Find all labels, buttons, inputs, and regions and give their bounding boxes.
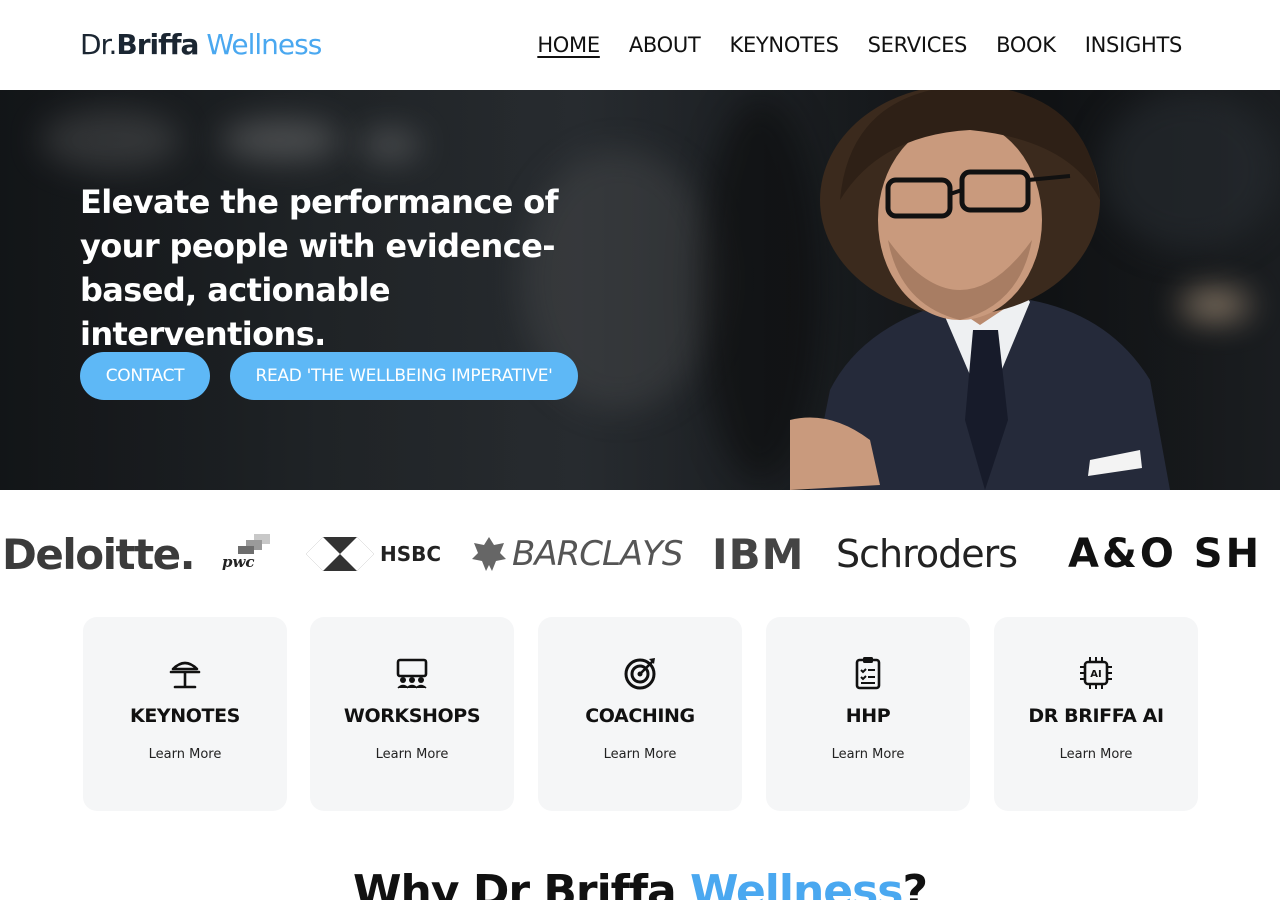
service-title: WORKSHOPS [343, 705, 481, 727]
schroders-logo: Schroders [836, 490, 1018, 618]
service-card-workshops[interactable]: WORKSHOPS Learn More [310, 617, 514, 811]
deloitte-dot: . [179, 529, 196, 579]
learn-more-link[interactable]: Learn More [538, 747, 742, 762]
hero-banner: Elevate the performance of your people w… [0, 90, 1280, 490]
service-card-coaching[interactable]: COACHING Learn More [538, 617, 742, 811]
service-title: DR BRIFFA AI [1028, 705, 1164, 727]
service-card-keynotes[interactable]: KEYNOTES Learn More [83, 617, 287, 811]
nav-home[interactable]: HOME [537, 31, 600, 59]
target-icon [624, 658, 656, 690]
nav-book[interactable]: BOOK [996, 31, 1056, 59]
logo-briffa: Briffa [116, 28, 199, 61]
site-header: Dr.Briffa Wellness HOME ABOUT KEYNOTES S… [0, 0, 1280, 90]
speaker-portrait [790, 90, 1170, 490]
nav-insights[interactable]: INSIGHTS [1085, 31, 1183, 59]
why-accent: Wellness [689, 866, 904, 900]
contact-button[interactable]: CONTACT [80, 352, 210, 400]
service-title: KEYNOTES [130, 705, 240, 727]
ai-chip-icon: AI [1080, 657, 1112, 689]
hsbc-hexagon-icon [306, 537, 374, 571]
barclays-logo: BARCLAYS [472, 490, 683, 618]
hero-headline: Elevate the performance of your people w… [80, 183, 559, 353]
deloitte-wordmark: Deloitte [2, 529, 181, 579]
nav-about[interactable]: ABOUT [629, 31, 701, 59]
ao-wordmark: A&O SH [1068, 531, 1263, 577]
ao-shearman-logo: A&O SH [1068, 490, 1262, 618]
pwc-wordmark: pwc [222, 553, 255, 571]
hsbc-logo: HSBC [306, 490, 441, 618]
service-title: HHP [845, 705, 891, 727]
site-logo[interactable]: Dr.Briffa Wellness [80, 28, 322, 61]
client-logos-strip: Deloitte. pwc HSBC BARCLAYS IBM Schroder… [0, 490, 1280, 618]
svg-text:AI: AI [1090, 669, 1101, 680]
service-title: COACHING [585, 705, 695, 727]
learn-more-link[interactable]: Learn More [83, 747, 287, 762]
logo-dr: Dr. [80, 28, 117, 61]
schroders-wordmark: Schroders [836, 532, 1018, 576]
services-cards: KEYNOTES Learn More WORKSHOPS Learn More… [83, 617, 1198, 811]
barclays-wordmark: BARCLAYS [512, 534, 683, 574]
hsbc-wordmark: HSBC [380, 542, 442, 566]
logo-wellness: Wellness [206, 28, 322, 61]
ibm-logo: IBM [712, 490, 804, 618]
why-suffix: ? [902, 866, 929, 900]
service-card-dr-briffa-ai[interactable]: AI DR BRIFFA AI Learn More [994, 617, 1198, 811]
barclays-eagle-icon [472, 537, 506, 571]
pwc-logo: pwc [222, 490, 270, 618]
learn-more-link[interactable]: Learn More [310, 747, 514, 762]
ibm-wordmark: IBM [712, 529, 805, 579]
read-wellbeing-imperative-button[interactable]: READ 'THE WELLBEING IMPERATIVE' [230, 352, 578, 400]
nav-keynotes[interactable]: KEYNOTES [729, 31, 838, 59]
clipboard-checklist-icon [855, 657, 881, 690]
deloitte-logo: Deloitte. [2, 490, 196, 618]
nav-services[interactable]: SERVICES [868, 31, 968, 59]
main-nav: HOME ABOUT KEYNOTES SERVICES BOOK INSIGH… [537, 31, 1182, 59]
learn-more-link[interactable]: Learn More [994, 747, 1198, 762]
podium-icon [169, 661, 201, 689]
service-card-hhp[interactable]: HHP Learn More [766, 617, 970, 811]
why-heading: Why Dr Briffa Wellness? [0, 866, 1280, 900]
why-prefix: Why Dr Briffa [352, 866, 690, 900]
learn-more-link[interactable]: Learn More [766, 747, 970, 762]
presentation-group-icon [396, 658, 428, 689]
